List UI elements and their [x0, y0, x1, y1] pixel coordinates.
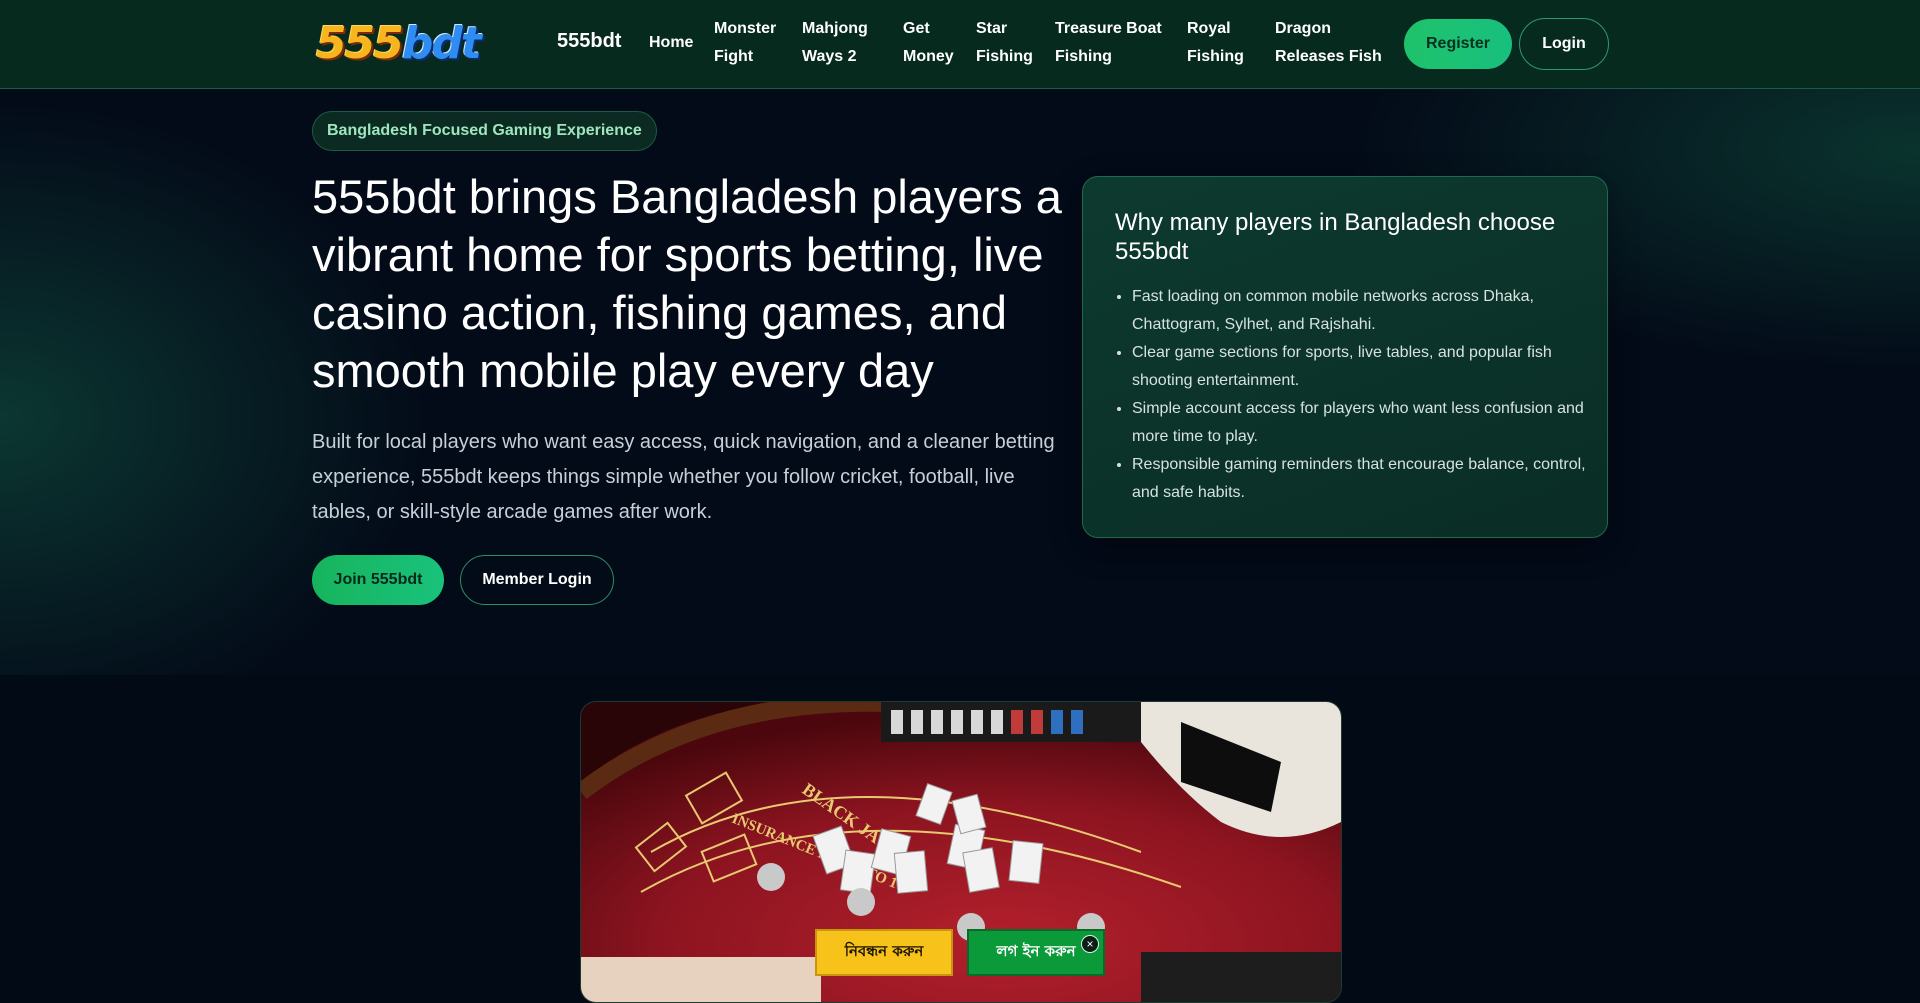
brand-name[interactable]: 555bdt	[557, 30, 621, 53]
why-choose-card: Why many players in Bangladesh choose 55…	[1082, 176, 1608, 538]
hero-badge: Bangladesh Focused Gaming Experience	[312, 111, 657, 151]
login-button[interactable]: Login	[1519, 18, 1609, 70]
blackjack-illustration: BLACK JACK INSURANCE PAYS 2 TO 1	[581, 702, 1341, 1002]
close-icon[interactable]: ×	[1081, 935, 1099, 953]
hero-description: Built for local players who want easy ac…	[312, 431, 1055, 523]
list-item: Fast loading on common mobile networks a…	[1132, 283, 1592, 339]
nav-dragon-releases-fish[interactable]: Dragon Releases Fish	[1275, 15, 1382, 71]
card-title: Why many players in Bangladesh choose 55…	[1115, 209, 1556, 265]
hero-title: 555bdt brings Bangladesh players a vibra…	[312, 170, 1062, 397]
list-item: Simple account access for players who wa…	[1132, 395, 1592, 451]
floating-register-button[interactable]: নিবন্ধন করুন	[815, 929, 953, 976]
join-button[interactable]: Join 555bdt	[312, 555, 444, 605]
nav-treasure-boat-fishing[interactable]: Treasure Boat Fishing	[1055, 15, 1162, 71]
top-navbar: 555bdt 555bdt Home Monster Fight Mahjong W…	[0, 0, 1920, 89]
member-login-button[interactable]: Member Login	[460, 555, 614, 605]
nav-royal-fishing[interactable]: Royal Fishing	[1187, 15, 1244, 71]
nav-get-money[interactable]: Get Money	[903, 15, 954, 71]
nav-star-fishing[interactable]: Star Fishing	[976, 15, 1033, 71]
register-button[interactable]: Register	[1404, 19, 1512, 69]
list-item: Clear game sections for sports, live tab…	[1132, 339, 1592, 395]
reasons-list: Fast loading on common mobile networks a…	[1115, 283, 1592, 507]
logo-wordmark: 555bdt	[316, 18, 482, 69]
blackjack-table-image: BLACK JACK INSURANCE PAYS 2 TO 1	[580, 701, 1342, 1003]
list-item: Responsible gaming reminders that encour…	[1132, 451, 1592, 507]
nav-mahjong-ways-2[interactable]: Mahjong Ways 2	[802, 15, 868, 71]
brand-logo[interactable]: 555bdt	[316, 18, 482, 70]
nav-monster-fight[interactable]: Monster Fight	[714, 15, 776, 71]
nav-home[interactable]: Home	[649, 29, 693, 57]
